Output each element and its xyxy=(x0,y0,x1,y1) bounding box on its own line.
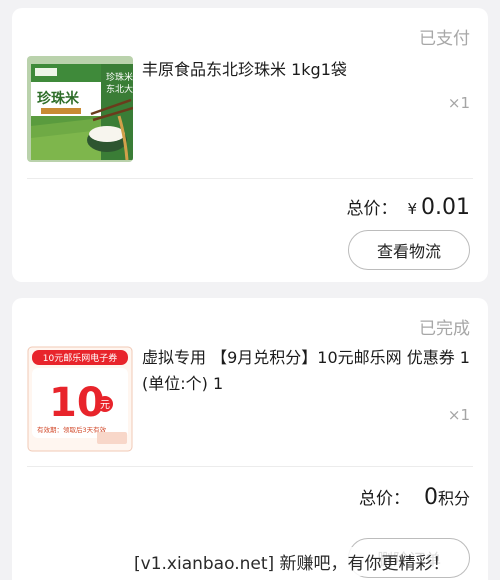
total-label: 总价： xyxy=(346,199,398,219)
total-unit: 积分 xyxy=(437,489,470,508)
order-total: 总价： 0 积分 xyxy=(359,484,470,510)
svg-text:10元邮乐网电子券: 10元邮乐网电子券 xyxy=(43,352,117,364)
product-title[interactable]: 丰原食品东北珍珠米 1kg1袋 xyxy=(142,57,472,83)
coupon-icon: 10元邮乐网电子券 10 元 有效期：领取后3天有效 xyxy=(27,346,133,452)
order-total: 总价： ¥ 0.01 xyxy=(346,194,470,220)
currency-symbol: ¥ xyxy=(407,200,418,218)
svg-text:元: 元 xyxy=(100,400,110,411)
order-card[interactable]: 已支付 珍珠米 珍珠米 东北大米 丰原食品东北珍珠米 1kg1袋 ×1 总价： xyxy=(12,8,488,282)
svg-text:珍珠米: 珍珠米 xyxy=(37,90,80,107)
svg-text:珍珠米: 珍珠米 xyxy=(106,71,133,83)
divider xyxy=(27,466,473,467)
product-image[interactable]: 10元邮乐网电子券 10 元 有效期：领取后3天有效 xyxy=(27,346,133,452)
svg-text:10: 10 xyxy=(49,380,105,426)
view-logistics-button[interactable]: 查看物流 xyxy=(348,230,470,270)
product-image[interactable]: 珍珠米 珍珠米 东北大米 xyxy=(27,56,133,162)
order-status: 已支付 xyxy=(419,29,470,49)
total-amount: 0 xyxy=(423,485,438,510)
svg-text:有效期：领取后3天有效: 有效期：领取后3天有效 xyxy=(37,425,107,434)
rice-bag-icon: 珍珠米 珍珠米 东北大米 xyxy=(27,56,133,162)
product-title[interactable]: 虚拟专用 【9月兑积分】10元邮乐网 优惠券 1 (单位:个) 1 xyxy=(142,345,472,397)
order-card[interactable]: 已完成 10元邮乐网电子券 10 元 有效期：领取后3天有效 虚拟专用 【9月兑… xyxy=(12,298,488,580)
total-amount: 0.01 xyxy=(421,195,470,220)
product-quantity: ×1 xyxy=(447,406,470,424)
divider xyxy=(27,178,473,179)
site-watermark: [v1.xianbao.net] 新赚吧，有你更精彩！ xyxy=(130,547,454,576)
product-quantity: ×1 xyxy=(447,94,470,112)
order-status: 已完成 xyxy=(419,319,470,339)
total-label: 总价： xyxy=(358,489,410,509)
svg-text:东北大米: 东北大米 xyxy=(106,83,133,95)
